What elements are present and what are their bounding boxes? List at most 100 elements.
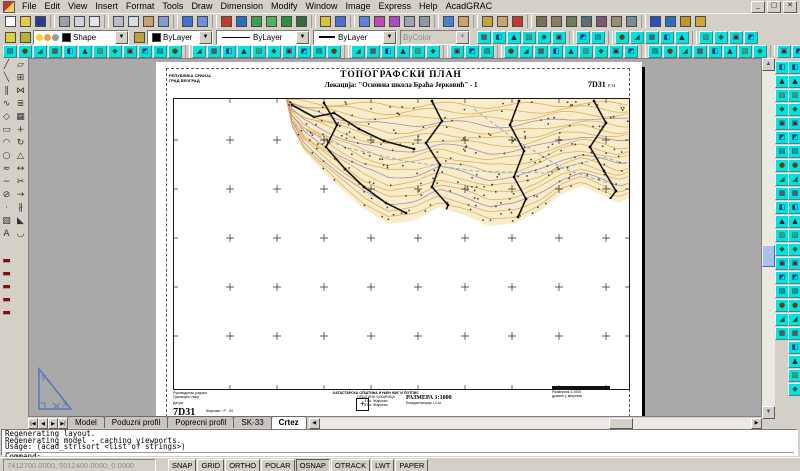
match-properties-icon[interactable] <box>156 14 171 28</box>
custom-tool-icon[interactable]: ◧ <box>549 45 563 58</box>
custom-tool-icon[interactable]: ▤ <box>153 45 167 58</box>
view-tool-1-icon[interactable] <box>534 14 549 28</box>
custom-tool-icon[interactable]: ◢ <box>788 313 800 326</box>
toggle-osnap[interactable]: OSNAP <box>296 459 330 471</box>
coordinate-readout[interactable]: 7412700.0000, 5012400.0000, 0.0000 <box>3 459 156 471</box>
text-tool[interactable]: A <box>0 227 13 240</box>
construction-line-tool[interactable]: ╲ <box>0 71 13 84</box>
ole-object-icon[interactable] <box>249 14 264 28</box>
custom-tool-icon[interactable]: ▦ <box>788 187 800 200</box>
custom-tool-icon[interactable]: ▤ <box>312 45 326 58</box>
custom-tool-icon[interactable]: ◧ <box>788 61 800 74</box>
vertical-scroll-thumb[interactable] <box>762 245 775 267</box>
custom-tool-icon[interactable]: ◢ <box>351 45 365 58</box>
list-icon[interactable] <box>333 14 348 28</box>
custom-tool-icon[interactable]: ◢ <box>630 31 644 44</box>
custom-tool-icon[interactable]: ▨ <box>579 45 593 58</box>
custom-tool-icon[interactable]: ● <box>788 299 800 312</box>
custom-tool-icon[interactable]: ◩ <box>297 45 311 58</box>
tab-sk-33[interactable]: SK-33 <box>233 416 271 428</box>
drawing-icon[interactable] <box>3 1 15 13</box>
extend-tool[interactable]: → <box>14 188 27 201</box>
close-button[interactable]: ✕ <box>783 1 797 13</box>
menu-image[interactable]: Image <box>342 0 375 13</box>
custom-left-tool-icon[interactable]: ▬ <box>0 254 13 267</box>
toggle-polar[interactable]: POLAR <box>261 459 294 471</box>
custom-tool-icon[interactable]: ▣ <box>609 45 623 58</box>
new-icon[interactable] <box>3 14 18 28</box>
chevron-down-icon[interactable]: ▼ <box>199 31 212 44</box>
revision-cloud-tool[interactable]: ≈ <box>0 162 13 175</box>
custom-tool-icon[interactable]: ◧ <box>222 45 236 58</box>
custom-tool-icon[interactable]: ▤ <box>788 145 800 158</box>
view-tool-7-icon[interactable] <box>624 14 639 28</box>
custom-tool-icon[interactable]: ◩ <box>465 45 479 58</box>
custom-tool-icon[interactable]: ▨ <box>775 89 789 102</box>
custom-tool-icon[interactable]: ▨ <box>411 45 425 58</box>
redo-icon[interactable] <box>195 14 210 28</box>
menu-acadgrac[interactable]: AcadGRAC <box>442 0 497 13</box>
tab-model[interactable]: Model <box>67 416 105 428</box>
custom-tool-icon[interactable]: ▦ <box>775 327 789 340</box>
toggle-paper[interactable]: PAPER <box>395 459 428 471</box>
custom-tool-icon[interactable]: ● <box>18 45 32 58</box>
undo-icon[interactable] <box>180 14 195 28</box>
linetype-dropdown[interactable]: ByLayer ▼ <box>216 30 310 45</box>
custom-tool-icon[interactable]: ▨ <box>522 31 536 44</box>
custom-tool-icon[interactable]: ▲ <box>237 45 251 58</box>
custom-tool-icon[interactable]: ◢ <box>775 313 789 326</box>
copy-icon[interactable] <box>126 14 141 28</box>
line-tool[interactable]: ╱ <box>0 58 13 71</box>
menu-edit[interactable]: Edit <box>41 0 65 13</box>
menu-format[interactable]: Format <box>122 0 159 13</box>
custom-tool-icon[interactable]: ▨ <box>788 89 800 102</box>
minimize-button[interactable]: _ <box>751 1 765 13</box>
custom-tool-icon[interactable]: ◩ <box>788 131 800 144</box>
custom-left-tool-icon[interactable]: ▬ <box>0 306 13 319</box>
custom-tool-icon[interactable]: ▤ <box>775 285 789 298</box>
custom-tool-icon[interactable]: ▨ <box>252 45 266 58</box>
custom-tool-icon[interactable]: ◧ <box>775 61 789 74</box>
stretch-tool[interactable]: ↔ <box>14 162 27 175</box>
render-icon[interactable] <box>294 14 309 28</box>
custom-tool-icon[interactable]: ● <box>775 299 789 312</box>
custom-tool-icon[interactable]: ▤ <box>648 45 662 58</box>
custom-left-tool-icon[interactable]: ▬ <box>0 293 13 306</box>
layers-icon[interactable] <box>18 30 33 44</box>
custom-tool-icon[interactable]: ▦ <box>207 45 221 58</box>
hyperlink-icon[interactable] <box>264 14 279 28</box>
custom-tool-icon[interactable]: ● <box>504 45 518 58</box>
fillet-tool[interactable]: ◡ <box>14 227 27 240</box>
custom-tool-icon[interactable]: ◆ <box>788 103 800 116</box>
custom-tool-icon[interactable]: ▦ <box>48 45 62 58</box>
custom-tool-icon[interactable]: ◢ <box>788 173 800 186</box>
menu-modify[interactable]: Modify <box>267 0 302 13</box>
scroll-up-icon[interactable]: ▲ <box>762 58 775 71</box>
custom-tool-icon[interactable]: ▲ <box>78 45 92 58</box>
polygon-tool[interactable]: ◇ <box>0 110 13 123</box>
insert-block-icon[interactable] <box>219 14 234 28</box>
custom-tool-icon[interactable]: ◩ <box>792 45 800 58</box>
materials-icon[interactable] <box>279 14 294 28</box>
custom-tool-icon[interactable]: ◆ <box>753 45 767 58</box>
properties-icon[interactable] <box>441 14 456 28</box>
custom-tool-icon[interactable]: ◧ <box>788 201 800 214</box>
custom-tool-icon[interactable]: ◆ <box>108 45 122 58</box>
spline-tool[interactable]: ~ <box>0 175 13 188</box>
lock-icon[interactable] <box>678 14 693 28</box>
multiline-tool[interactable]: ∥ <box>0 84 13 97</box>
custom-tool-icon[interactable]: ▤ <box>775 145 789 158</box>
rotate-tool[interactable]: ↻ <box>14 136 27 149</box>
print-icon[interactable] <box>57 14 72 28</box>
point-marker-icon[interactable] <box>648 14 663 28</box>
scroll-right-icon[interactable]: ▶ <box>751 418 762 429</box>
custom-tool-icon[interactable]: ● <box>168 45 182 58</box>
copy-tool[interactable]: ⊞ <box>14 71 27 84</box>
tab-nav-icon[interactable]: ▶ <box>48 418 58 429</box>
custom-tool-icon[interactable]: ▣ <box>775 257 789 270</box>
custom-tool-icon[interactable]: ◆ <box>267 45 281 58</box>
custom-tool-icon[interactable]: ● <box>663 45 677 58</box>
tab-poprecni-profil[interactable]: Poprecni profil <box>167 416 234 428</box>
horizontal-scrollbar[interactable]: ◀ ▶ <box>309 418 762 429</box>
menu-file[interactable]: File <box>18 0 41 13</box>
